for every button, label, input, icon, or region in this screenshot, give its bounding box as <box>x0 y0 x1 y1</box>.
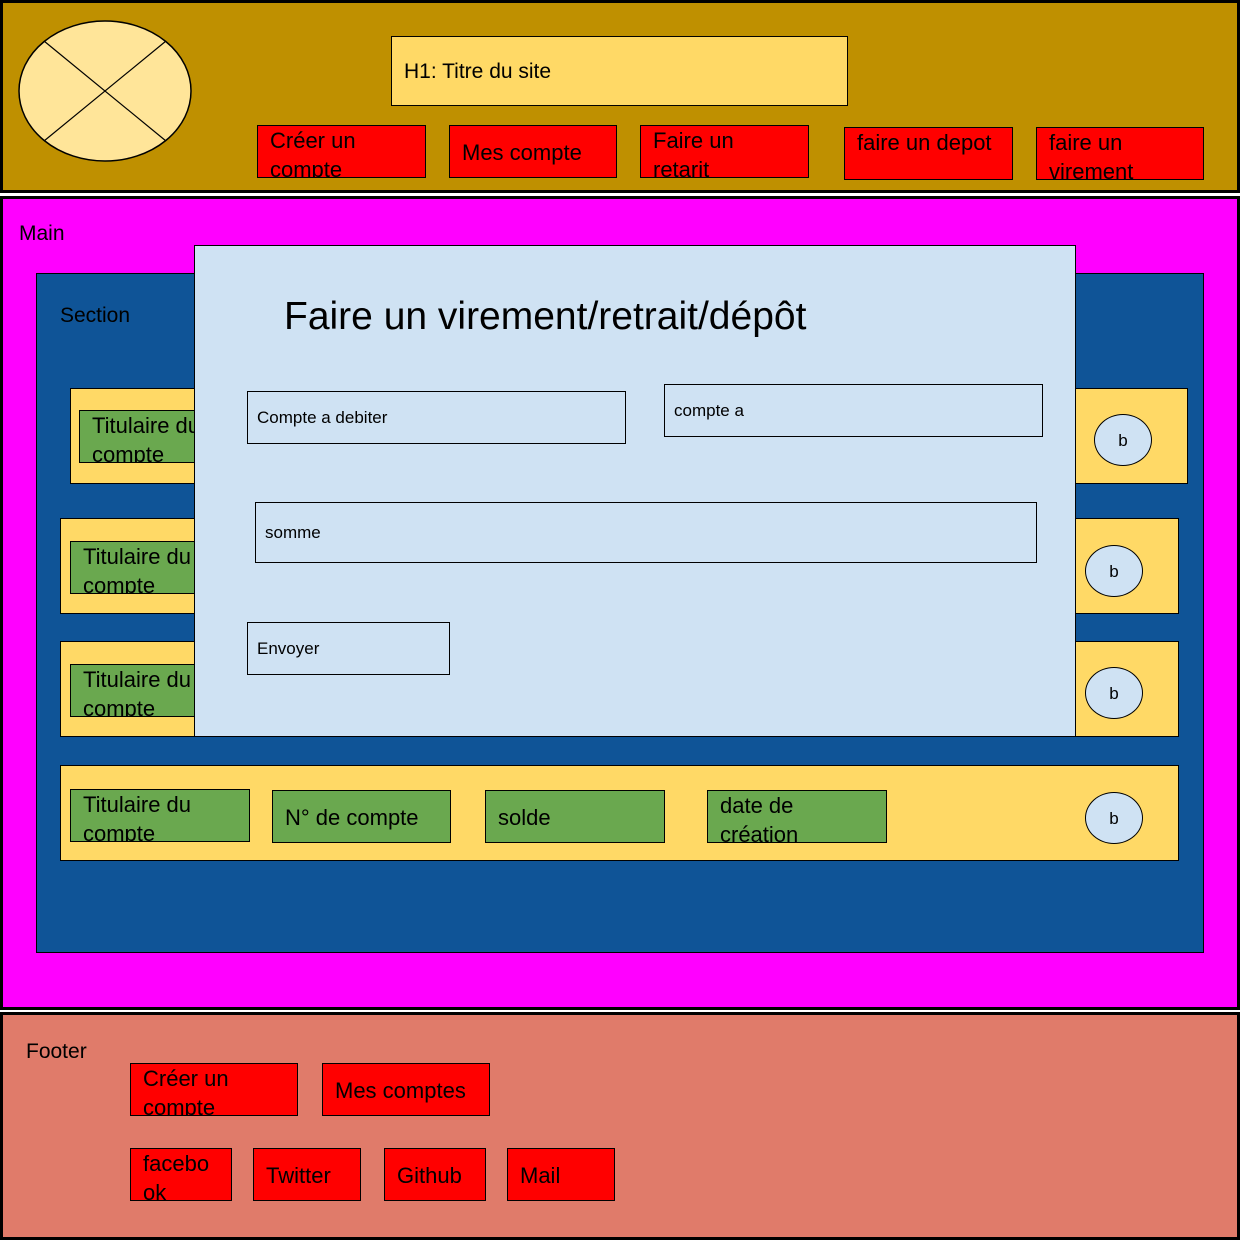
account-number-cell: N° de compte <box>272 790 451 843</box>
logo-placeholder-icon <box>18 20 192 162</box>
footer <box>0 1012 1240 1240</box>
row-action-button[interactable]: b <box>1085 545 1143 597</box>
facebook-link[interactable]: facebook <box>130 1148 232 1201</box>
nav-deposit-button[interactable]: faire un depot <box>844 127 1013 180</box>
site-title: H1: Titre du site <box>391 36 848 106</box>
account-balance-cell: solde <box>485 790 665 843</box>
row-action-button[interactable]: b <box>1085 667 1143 719</box>
mail-link[interactable]: Mail <box>507 1148 615 1201</box>
row-action-button[interactable]: b <box>1085 792 1143 844</box>
twitter-link[interactable]: Twitter <box>253 1148 361 1201</box>
nav-transfer-button[interactable]: faire un virement <box>1036 127 1204 180</box>
account-holder-cell: Titulaire du compte <box>70 789 250 842</box>
modal-title: Faire un virement/retrait/dépôt <box>284 295 807 338</box>
footer-my-accounts-link[interactable]: Mes comptes <box>322 1063 490 1116</box>
amount-input[interactable]: somme <box>255 502 1037 563</box>
footer-label: Footer <box>26 1040 87 1063</box>
row-action-button[interactable]: b <box>1094 414 1152 466</box>
main-label: Main <box>19 222 65 245</box>
submit-button[interactable]: Envoyer <box>247 622 450 675</box>
credit-account-input[interactable]: compte a <box>664 384 1043 437</box>
nav-create-account-button[interactable]: Créer un compte <box>257 125 426 178</box>
debit-account-input[interactable]: Compte a debiter <box>247 391 626 444</box>
nav-my-accounts-button[interactable]: Mes compte <box>449 125 617 178</box>
account-creation-date-cell: date de création <box>707 790 887 843</box>
footer-create-account-link[interactable]: Créer un compte <box>130 1063 298 1116</box>
github-link[interactable]: Github <box>384 1148 486 1201</box>
nav-withdraw-button[interactable]: Faire un retarit <box>640 125 809 178</box>
section-label: Section <box>60 304 131 327</box>
